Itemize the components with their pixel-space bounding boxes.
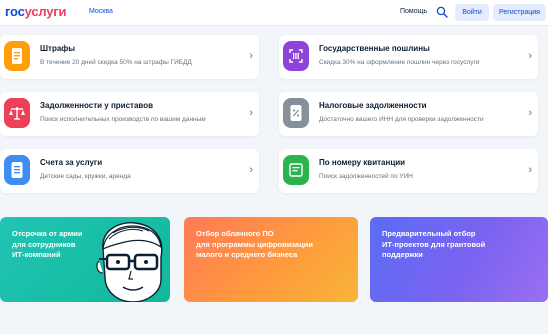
search-icon[interactable] xyxy=(436,6,448,18)
duty-icon xyxy=(283,41,309,71)
card-title: Государственные пошлины xyxy=(319,44,430,53)
bill-icon xyxy=(4,155,30,185)
card-state-duties[interactable]: Государственные пошлины Скидка 30% на оф… xyxy=(279,35,538,79)
logo[interactable]: госуслуги xyxy=(5,4,67,19)
promo-text: Отсрочка от армии для сотрудников ИТ-ком… xyxy=(12,229,83,259)
promo-banner-it-grants[interactable]: Предварительный отбор ИТ-проектов для гр… xyxy=(370,217,548,302)
card-receipt-number[interactable]: По номеру квитанции Поиск задолженностей… xyxy=(279,149,538,193)
tax-icon xyxy=(283,98,309,128)
city-selector[interactable]: Москва xyxy=(89,8,113,15)
receipt-icon xyxy=(283,155,309,185)
card-description: Скидка 30% на оформление пошлин через го… xyxy=(319,59,480,66)
logo-part2: услуги xyxy=(24,4,67,19)
glasses-man-illustration xyxy=(96,222,163,302)
chevron-right-icon: › xyxy=(249,107,253,119)
card-title: Счета за услуги xyxy=(40,158,103,167)
card-description: Достаточно вашего ИНН для проверки задол… xyxy=(319,116,484,123)
card-title: Налоговые задолженности xyxy=(319,101,427,110)
card-description: В течение 20 дней скидка 50% на штрафы Г… xyxy=(40,59,192,66)
card-fines[interactable]: Штрафы В течение 20 дней скидка 50% на ш… xyxy=(0,35,259,79)
promo-banner-army-deferral[interactable]: Отсрочка от армии для сотрудников ИТ-ком… xyxy=(0,217,170,302)
chevron-right-icon: › xyxy=(528,164,532,176)
header: госуслуги Москва Помощь Войти Регистраци… xyxy=(0,0,548,26)
card-bailiff-debts[interactable]: Задолженности у приставов Поиск исполнит… xyxy=(0,92,259,136)
chevron-right-icon: › xyxy=(528,50,532,62)
card-title: Задолженности у приставов xyxy=(40,101,154,110)
card-title: По номеру квитанции xyxy=(319,158,406,167)
card-description: Поиск исполнительных производств по ваши… xyxy=(40,116,206,123)
promo-text: Предварительный отбор ИТ-проектов для гр… xyxy=(382,229,486,259)
card-description: Детские сады, кружки, аренда xyxy=(40,173,131,180)
card-description: Поиск задолженностей по УИН xyxy=(319,173,413,180)
card-title: Штрафы xyxy=(40,44,76,53)
card-tax-debts[interactable]: Налоговые задолженности Достаточно вашег… xyxy=(279,92,538,136)
chevron-right-icon: › xyxy=(528,107,532,119)
scales-icon xyxy=(4,98,30,128)
fine-icon xyxy=(4,41,30,71)
chevron-right-icon: › xyxy=(249,164,253,176)
logo-part1: гос xyxy=(5,4,25,19)
login-button[interactable]: Войти xyxy=(455,4,489,21)
promo-text: Отбор облачного ПО для программы цифрови… xyxy=(196,229,313,259)
promo-banner-cloud-software[interactable]: Отбор облачного ПО для программы цифрови… xyxy=(184,217,358,302)
card-service-bills[interactable]: Счета за услуги Детские сады, кружки, ар… xyxy=(0,149,259,193)
register-button[interactable]: Регистрация xyxy=(493,4,546,21)
chevron-right-icon: › xyxy=(249,50,253,62)
help-link[interactable]: Помощь xyxy=(400,8,427,15)
